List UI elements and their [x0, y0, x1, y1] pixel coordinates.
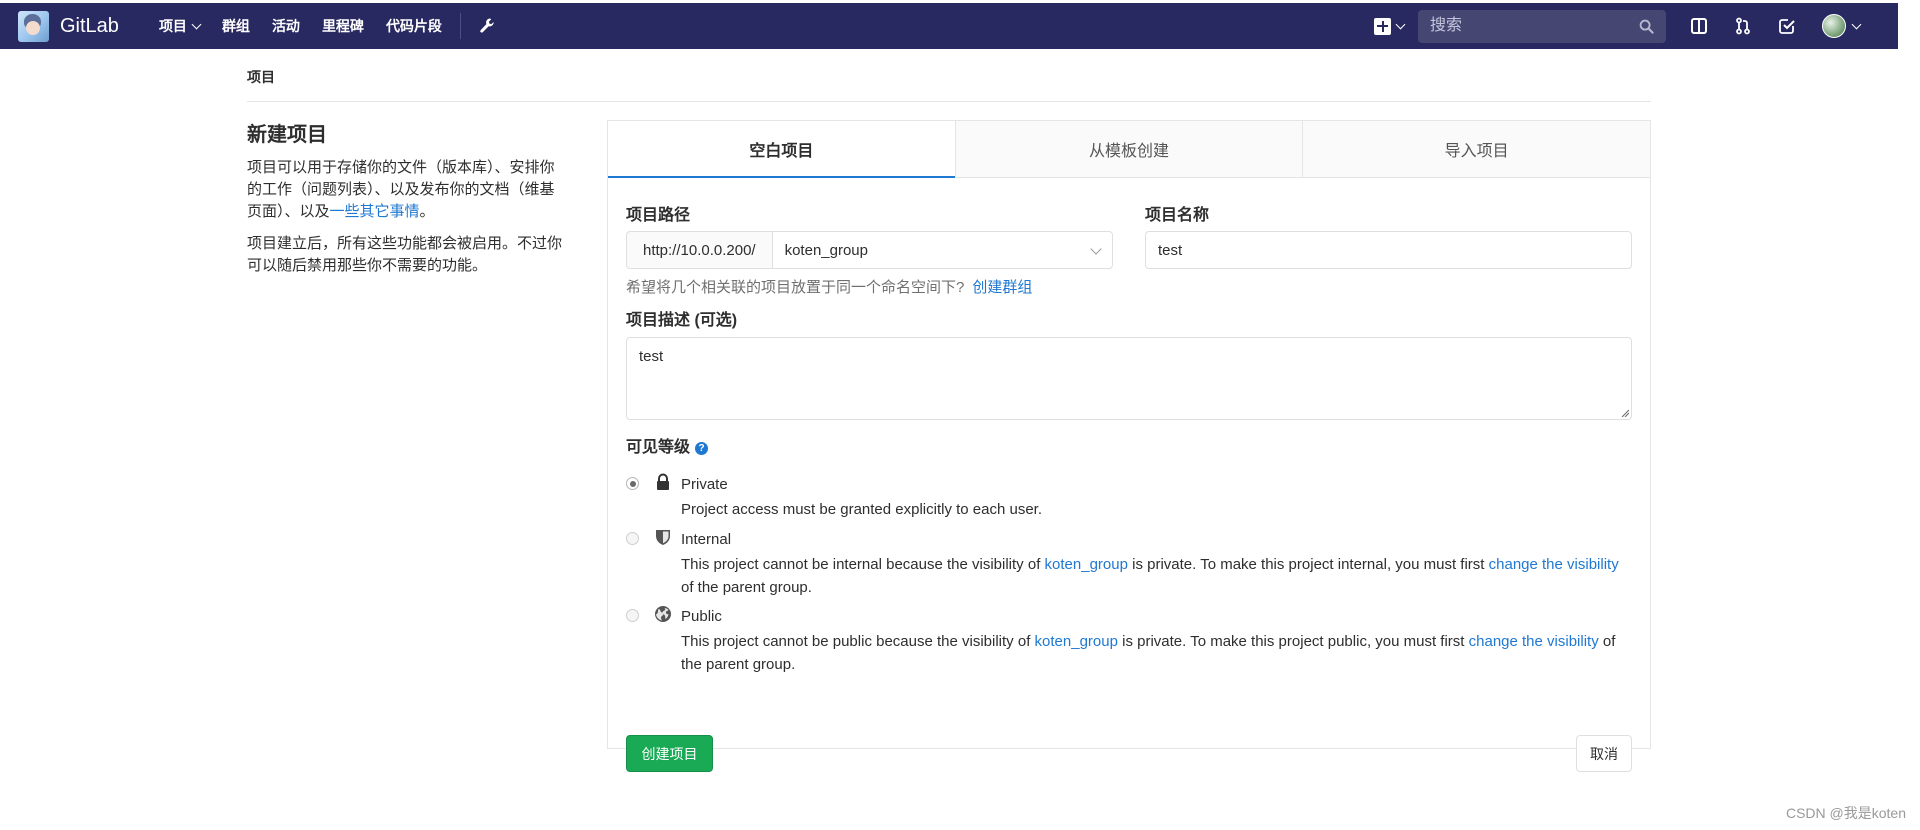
wrench-icon[interactable]	[479, 17, 495, 35]
brand-name[interactable]: GitLab	[60, 15, 119, 38]
sidebar-icon[interactable]	[1688, 15, 1710, 37]
globe-icon	[655, 606, 671, 622]
nav-item-projects-label: 项目	[158, 18, 187, 34]
search-box[interactable]	[1418, 9, 1666, 43]
visibility-label: 可见等级?	[626, 433, 1632, 457]
radio-internal[interactable]	[626, 532, 639, 545]
new-project-panel: 空白项目 从模板创建 导入项目 项目路径 http://10.0.0.200/ …	[607, 120, 1651, 772]
description-textarea[interactable]: test	[626, 337, 1632, 420]
internal-desc-post: of the parent group.	[681, 579, 812, 596]
koten-group-link[interactable]: koten_group	[1045, 556, 1128, 573]
nav-item-snippets[interactable]: 代码片段	[386, 16, 442, 36]
public-description: This project cannot be public because th…	[681, 630, 1621, 676]
radio-public[interactable]	[626, 609, 639, 622]
nav-item-milestones[interactable]: 里程碑	[322, 16, 364, 36]
chevron-down-icon	[191, 19, 202, 29]
nav-item-projects[interactable]: 项目	[158, 16, 202, 36]
change-visibility-link[interactable]: change the visibility	[1469, 633, 1599, 650]
nav-menu: 项目 群组 活动 里程碑 代码片段	[159, 13, 495, 39]
radio-private[interactable]	[626, 477, 639, 490]
nav-divider	[459, 13, 461, 39]
namespace-select[interactable]: koten_group	[771, 231, 1113, 269]
visibility-label-text: 可见等级	[626, 439, 691, 456]
search-input[interactable]	[1428, 16, 1632, 36]
internal-desc-mid: is private. To make this project interna…	[1127, 556, 1489, 573]
project-path-input-group: http://10.0.0.200/ koten_group	[626, 231, 1113, 269]
namespace-value: koten_group	[784, 241, 868, 259]
project-tabs: 空白项目 从模板创建 导入项目	[608, 121, 1651, 178]
todo-check-icon[interactable]	[1776, 15, 1798, 37]
lock-icon	[657, 473, 669, 490]
create-project-button[interactable]: 创建项目	[626, 735, 713, 772]
public-desc-mid: is private. To make this project public,…	[1117, 633, 1469, 650]
chevron-down-icon	[1395, 19, 1406, 29]
intro-paragraph-2: 项目建立后，所有这些功能都会被启用。不过你可以随后禁用那些你不需要的功能。	[247, 235, 563, 274]
breadcrumb: 项目	[247, 64, 1651, 102]
cancel-button[interactable]: 取消	[1576, 735, 1632, 772]
description-value: test	[639, 348, 664, 365]
project-name-group: 项目名称 test	[1145, 201, 1632, 269]
description-group: 项目描述 (可选) test	[626, 306, 1632, 420]
public-title: Public	[681, 608, 722, 625]
shield-icon	[656, 530, 670, 545]
intro-paragraph-1: 项目可以用于存储你的文件（版本库）、安排你的工作（问题列表）、以及发布你的文档（…	[247, 157, 567, 223]
namespace-help: 希望将几个相关联的项目放置于同一个命名空间下? 创建群组	[626, 276, 1032, 297]
page-title: 新建项目	[247, 124, 327, 146]
chevron-down-icon	[1090, 243, 1102, 255]
project-name-input[interactable]: test	[1145, 231, 1632, 269]
new-dropdown[interactable]	[1374, 17, 1406, 35]
public-desc-pre: This project cannot be public because th…	[681, 633, 1035, 650]
chevron-down-icon[interactable]	[1851, 19, 1862, 29]
plus-square-icon	[1374, 17, 1391, 35]
url-prefix: http://10.0.0.200/	[626, 231, 772, 269]
private-description: Project access must be granted explicitl…	[681, 501, 1043, 518]
nav-item-groups[interactable]: 群组	[222, 16, 250, 36]
resize-handle-icon[interactable]	[1621, 409, 1629, 417]
gitlab-logo[interactable]	[18, 10, 49, 42]
user-avatar[interactable]	[1822, 14, 1846, 38]
private-title: Private	[681, 476, 728, 493]
project-path-label: 项目路径	[626, 207, 691, 224]
intro-text-end: 。	[419, 203, 435, 220]
internal-title: Internal	[681, 531, 732, 548]
breadcrumb-projects[interactable]: 项目	[247, 67, 1651, 87]
visibility-group: 可见等级? Private Project access must be gra…	[626, 433, 1632, 673]
project-path-group: 项目路径 http://10.0.0.200/ koten_group	[626, 201, 1113, 269]
internal-desc-pre: This project cannot be internal because …	[681, 556, 1045, 573]
watermark: CSDN @我是koten	[1785, 805, 1906, 821]
search-icon	[1639, 19, 1654, 34]
top-navbar: GitLab 项目 群组 活动 里程碑 代码片段	[0, 3, 1898, 49]
namespace-help-text: 希望将几个相关联的项目放置于同一个命名空间下?	[626, 279, 965, 296]
internal-description: This project cannot be internal because …	[681, 553, 1621, 599]
koten-group-link[interactable]: koten_group	[1035, 633, 1118, 650]
project-name-label: 项目名称	[1145, 207, 1210, 224]
navbar-right	[1374, 3, 1862, 49]
change-visibility-link[interactable]: change the visibility	[1489, 556, 1619, 573]
description-label: 项目描述 (可选)	[626, 312, 738, 329]
merge-request-icon[interactable]	[1732, 15, 1754, 37]
tab-blank-project[interactable]: 空白项目	[608, 121, 955, 178]
intro-column: 新建项目 项目可以用于存储你的文件（版本库）、安排你的工作（问题列表）、以及发布…	[247, 118, 567, 287]
question-circle-icon[interactable]: ?	[695, 442, 709, 455]
more-features-link[interactable]: 一些其它事情	[330, 203, 420, 220]
navbar-left: GitLab 项目 群组 活动 里程碑 代码片段	[18, 3, 495, 49]
tab-import-project[interactable]: 导入项目	[1302, 121, 1651, 178]
create-group-link[interactable]: 创建群组	[972, 279, 1032, 296]
tab-from-template[interactable]: 从模板创建	[954, 121, 1303, 178]
nav-item-activity[interactable]: 活动	[272, 16, 300, 36]
